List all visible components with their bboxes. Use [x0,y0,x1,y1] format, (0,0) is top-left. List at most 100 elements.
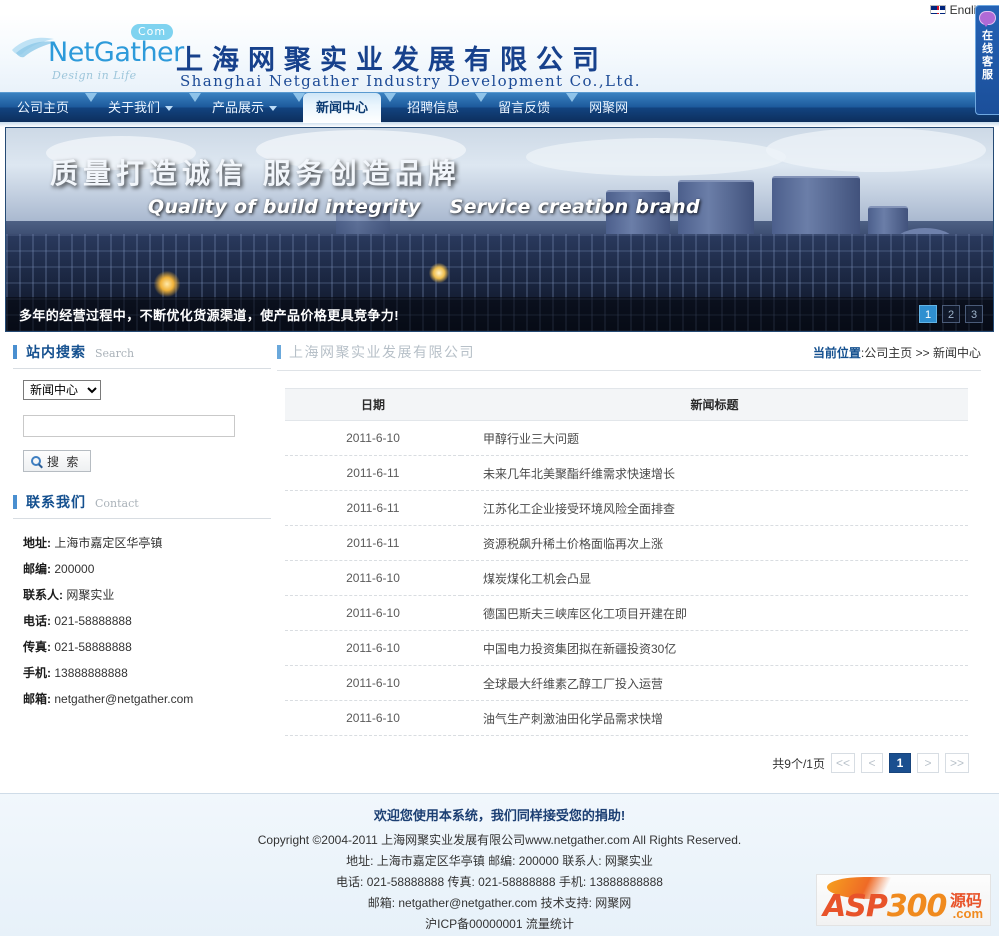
chat-bubble-icon [980,12,995,24]
contact-title-en: Contact [95,497,139,510]
news-title-link[interactable]: 德国巴斯夫三峡库区化工项目开建在即 [483,607,687,621]
page-root: English NetGather Com Design in Life 上海网… [0,0,999,936]
news-date: 2011-6-11 [285,491,461,526]
table-row[interactable]: 2011-6-10中国电力投资集团拟在新疆投资30亿 [285,631,968,666]
news-title-link[interactable]: 中国电力投资集团拟在新疆投资30亿 [483,642,676,656]
nav-item-label: 产品展示 [212,93,264,123]
news-title-link[interactable]: 资源税飙升稀土价格面临再次上涨 [483,537,663,551]
accent-bar [13,495,17,509]
table-row[interactable]: 2011-6-10 油气生产刺激油田化学品需求快增 [285,701,968,736]
contact-value: 网聚实业 [66,588,114,602]
news-title-link[interactable]: 未来几年北美聚酯纤维需求快速增长 [483,467,675,481]
contact-row: 电话: 021-58888888 [23,608,271,634]
news-title-link[interactable]: 甲醇行业三大问题 [483,432,579,446]
asp300-num: 300 [887,889,947,924]
footer-welcome: 欢迎您使用本系统，我们同样接受您的捐助! [0,805,999,824]
logo-name: NetGather [48,37,184,68]
news-column-header-1: 日期 [285,389,461,421]
nav-item-1[interactable]: 公司主页 [4,93,82,123]
site-footer: 欢迎您使用本系统，我们同样接受您的捐助! Copyright ©2004-201… [0,793,999,936]
banner-dot-2[interactable]: 2 [942,305,960,323]
nav-separator-icon [381,93,394,123]
site-header: NetGather Com Design in Life 上海网聚实业发展有限公… [0,14,999,92]
nav-item-3[interactable]: 产品展示 [199,93,290,123]
nav-item-2[interactable]: 关于我们 [95,93,186,123]
banner-caption-text: 多年的经营过程中，不断优化货源渠道，使产品价格更具竞争力! [6,305,399,324]
search-input[interactable] [23,415,235,437]
news-title-cell: 全球最大纤维素乙醇工厂投入运营 [461,666,968,701]
news-date: 2011-6-10 [285,701,461,736]
logo-com-badge: Com [131,24,173,40]
contact-label: 联系人: [23,588,63,602]
breadcrumb-label: 当前位置 [813,346,861,360]
content-area: 上海网聚实业发展有限公司 当前位置:公司主页 >> 新闻中心 日期新闻标题 20… [277,342,986,773]
contact-value: 021-58888888 [54,640,131,654]
nav-item-7[interactable]: 网聚网 [576,93,641,123]
banner-slide-dots: 123 [919,305,983,323]
news-table-header: 日期新闻标题 [285,389,968,421]
nav-item-label: 招聘信息 [407,93,459,123]
news-date: 2011-6-10 [285,421,461,456]
search-title-cn: 站内搜索 [26,342,86,362]
main-area: 站内搜索 Search 新闻中心产品展示招聘信息 搜 索 联系我们 Contac… [5,342,994,773]
nav-item-6[interactable]: 留言反馈 [485,93,563,123]
contact-label: 地址: [23,536,51,550]
news-title-cell: 德国巴斯夫三峡库区化工项目开建在即 [461,596,968,631]
table-row[interactable]: 2011-6-10 德国巴斯夫三峡库区化工项目开建在即 [285,596,968,631]
company-name-en: Shanghai Netgather Industry Development … [180,72,641,90]
nav-separator-icon [82,93,95,123]
banner-slogan-en-1: Quality of build integrity [148,196,421,218]
table-row[interactable]: 2011-6-10 甲醇行业三大问题 [285,421,968,456]
table-row[interactable]: 2011-6-11资源税飙升稀土价格面临再次上涨 [285,526,968,561]
pagination-next[interactable]: > [917,753,939,773]
light-flare [429,263,449,283]
search-category-select[interactable]: 新闻中心产品展示招聘信息 [23,380,101,400]
news-title-link[interactable]: 全球最大纤维素乙醇工厂投入运营 [483,677,663,691]
search-button[interactable]: 搜 索 [23,450,91,472]
table-row[interactable]: 2011-6-11 江苏化工企业接受环境风险全面排查 [285,491,968,526]
contact-value: 200000 [54,562,94,576]
contact-value: 021-58888888 [54,614,131,628]
nav-item-label: 留言反馈 [498,93,550,123]
news-column-header-2: 新闻标题 [461,389,968,421]
news-date: 2011-6-10 [285,596,461,631]
banner-dot-1[interactable]: 1 [919,305,937,323]
chevron-down-icon [165,106,173,111]
table-row[interactable]: 2011-6-11 未来几年北美聚酯纤维需求快速增长 [285,456,968,491]
contact-label: 邮编: [23,562,51,576]
chevron-down-icon [269,106,277,111]
contact-label: 邮箱: [23,692,51,706]
asp300-badge[interactable]: ASP300 源码 .com [816,874,991,926]
pagination-last[interactable]: >> [945,753,969,773]
banner-slogan-cn: 质量打造诚信 服务创造品牌 [50,152,461,192]
pagination-first[interactable]: << [831,753,855,773]
online-service-tab[interactable]: 在线客服 [975,5,999,115]
breadcrumb-arrow: >> [916,346,930,360]
news-title-link[interactable]: 油气生产刺激油田化学品需求快增 [483,712,663,726]
news-title-cell: 甲醇行业三大问题 [461,421,968,456]
nav-separator-icon [563,93,576,123]
table-row[interactable]: 2011-6-10全球最大纤维素乙醇工厂投入运营 [285,666,968,701]
nav-item-label: 公司主页 [17,93,69,123]
nav-separator-icon [290,93,303,123]
banner-dot-3[interactable]: 3 [965,305,983,323]
news-date: 2011-6-11 [285,456,461,491]
news-title-link[interactable]: 江苏化工企业接受环境风险全面排查 [483,502,675,516]
table-row[interactable]: 2011-6-10煤炭煤化工机会凸显 [285,561,968,596]
pagination-page-1[interactable]: 1 [889,753,911,773]
nav-item-4[interactable]: 新闻中心 [303,93,381,123]
nav-separator-icon [472,93,485,123]
sidebar: 站内搜索 Search 新闻中心产品展示招聘信息 搜 索 联系我们 Contac… [5,342,277,773]
news-title-cell: 江苏化工企业接受环境风险全面排查 [461,491,968,526]
pagination-prev[interactable]: < [861,753,883,773]
nav-item-label: 网聚网 [589,93,628,123]
search-panel-header: 站内搜索 Search [13,342,271,369]
nav-item-5[interactable]: 招聘信息 [394,93,472,123]
news-title-link[interactable]: 煤炭煤化工机会凸显 [483,572,591,586]
site-logo[interactable]: NetGather Com Design in Life [8,20,173,86]
accent-bar [277,345,281,359]
breadcrumb-home[interactable]: 公司主页 [864,346,912,360]
news-title-cell: 中国电力投资集团拟在新疆投资30亿 [461,631,968,666]
cloud-shape [526,138,786,176]
contact-row: 手机: 13888888888 [23,660,271,686]
